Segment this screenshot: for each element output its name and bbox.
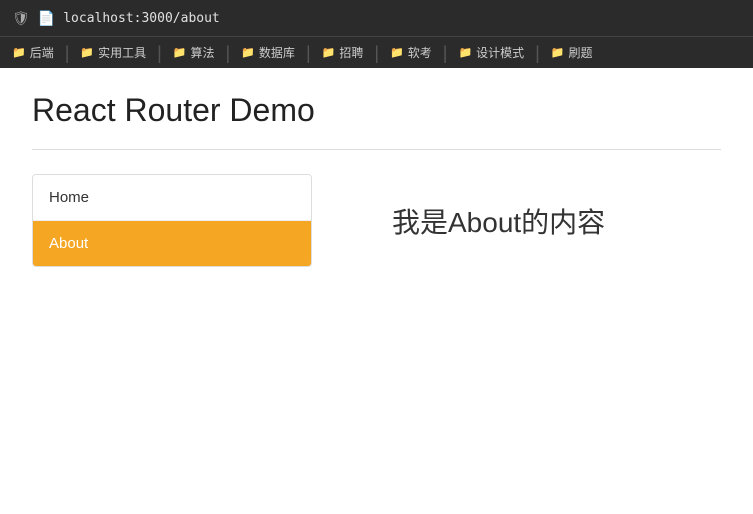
folder-icon: 📁 [173, 46, 187, 59]
bookmark-b2[interactable]: 📁 实用工具 [72, 40, 154, 65]
bookmark-b6[interactable]: 📁 软考 [382, 40, 440, 65]
bookmark-label: 实用工具 [98, 44, 146, 61]
nav-item-about[interactable]: About [33, 221, 311, 266]
folder-icon: 📁 [551, 46, 565, 59]
bookmark-divider: | [374, 44, 379, 62]
bookmark-label: 招聘 [339, 44, 363, 61]
app-body: Home About 我是About的内容 [32, 174, 721, 267]
browser-url[interactable]: localhost:3000/about [63, 11, 220, 26]
folder-icon: 📁 [80, 46, 94, 59]
bookmark-b8[interactable]: 📁 刷题 [543, 40, 601, 65]
bookmark-b3[interactable]: 📁 算法 [165, 40, 223, 65]
folder-icon: 📁 [458, 46, 472, 59]
bookmarks-bar: 📁 后端 | 📁 实用工具 | 📁 算法 | 📁 数据库 | 📁 招聘 | 📁 … [0, 36, 753, 68]
bookmark-label: 软考 [408, 44, 432, 61]
bookmark-label: 后端 [30, 44, 54, 61]
bookmark-b5[interactable]: 📁 招聘 [314, 40, 372, 65]
bookmark-divider: | [443, 44, 448, 62]
folder-icon: 📁 [241, 46, 255, 59]
bookmark-b1[interactable]: 📁 后端 [4, 40, 62, 65]
page-icon: 📄 [38, 10, 55, 27]
bookmark-divider: | [226, 44, 231, 62]
bookmark-label: 设计模式 [476, 44, 524, 61]
bookmark-label: 刷题 [569, 44, 593, 61]
bookmark-label: 数据库 [259, 44, 295, 61]
bookmark-b7[interactable]: 📁 设计模式 [450, 40, 532, 65]
shield-icon: 🛡 [12, 10, 30, 27]
bookmark-divider: | [535, 44, 540, 62]
bookmark-b4[interactable]: 📁 数据库 [233, 40, 303, 65]
nav-item-home[interactable]: Home [33, 175, 311, 221]
folder-icon: 📁 [12, 46, 26, 59]
browser-chrome: 🛡 📄 localhost:3000/about [0, 0, 753, 36]
app-title: React Router Demo [32, 92, 721, 129]
divider [32, 149, 721, 150]
about-content: 我是About的内容 [392, 201, 605, 241]
bookmark-divider: | [65, 44, 70, 62]
folder-icon: 📁 [322, 46, 336, 59]
nav-list: Home About [32, 174, 312, 267]
page-content: React Router Demo Home About 我是About的内容 [0, 68, 753, 514]
bookmark-divider: | [157, 44, 162, 62]
folder-icon: 📁 [390, 46, 404, 59]
bookmark-divider: | [306, 44, 311, 62]
bookmark-label: 算法 [191, 44, 215, 61]
